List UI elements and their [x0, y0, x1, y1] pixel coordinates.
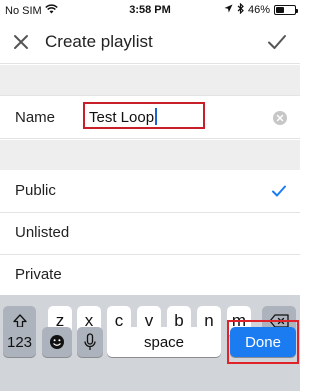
privacy-option-public[interactable]: Public	[0, 171, 300, 212]
clear-input-icon[interactable]	[273, 111, 287, 125]
close-icon[interactable]	[10, 31, 32, 53]
page-title: Create playlist	[45, 32, 153, 51]
done-key[interactable]: Done	[230, 327, 296, 357]
name-input-value: Test Loop	[89, 109, 155, 126]
selected-check-icon	[270, 182, 288, 200]
backspace-icon	[269, 314, 289, 328]
name-input-text: Test Loop	[89, 108, 158, 126]
name-input[interactable]: Test Loop	[83, 102, 205, 129]
privacy-option-unlisted[interactable]: Unlisted	[0, 213, 300, 254]
battery-percent: 46%	[247, 4, 270, 16]
text-cursor	[155, 108, 158, 125]
emoji-key[interactable]	[42, 327, 72, 357]
privacy-option-private[interactable]: Private	[0, 255, 300, 296]
option-label: Public	[15, 182, 56, 199]
option-label: Unlisted	[15, 224, 70, 241]
microphone-icon	[84, 333, 96, 350]
battery-icon	[274, 5, 298, 15]
spacer-band	[0, 140, 300, 170]
space-key[interactable]: space	[107, 327, 221, 357]
battery-fill	[276, 7, 285, 13]
microphone-key[interactable]	[77, 327, 103, 357]
save-check-icon[interactable]	[266, 31, 288, 53]
app-bar: Create playlist	[0, 20, 300, 64]
location-icon	[224, 4, 233, 16]
name-label: Name	[15, 109, 56, 126]
numbers-key[interactable]: 123	[3, 327, 36, 357]
status-bar: No SIM 3:58 PM 46%	[0, 0, 300, 20]
option-label: Private	[15, 266, 62, 283]
spacer-band	[0, 65, 300, 95]
status-right-group: 46%	[224, 2, 298, 17]
name-row: Name Test Loop	[0, 95, 300, 139]
emoji-icon	[50, 335, 64, 349]
bluetooth-icon	[237, 2, 244, 17]
